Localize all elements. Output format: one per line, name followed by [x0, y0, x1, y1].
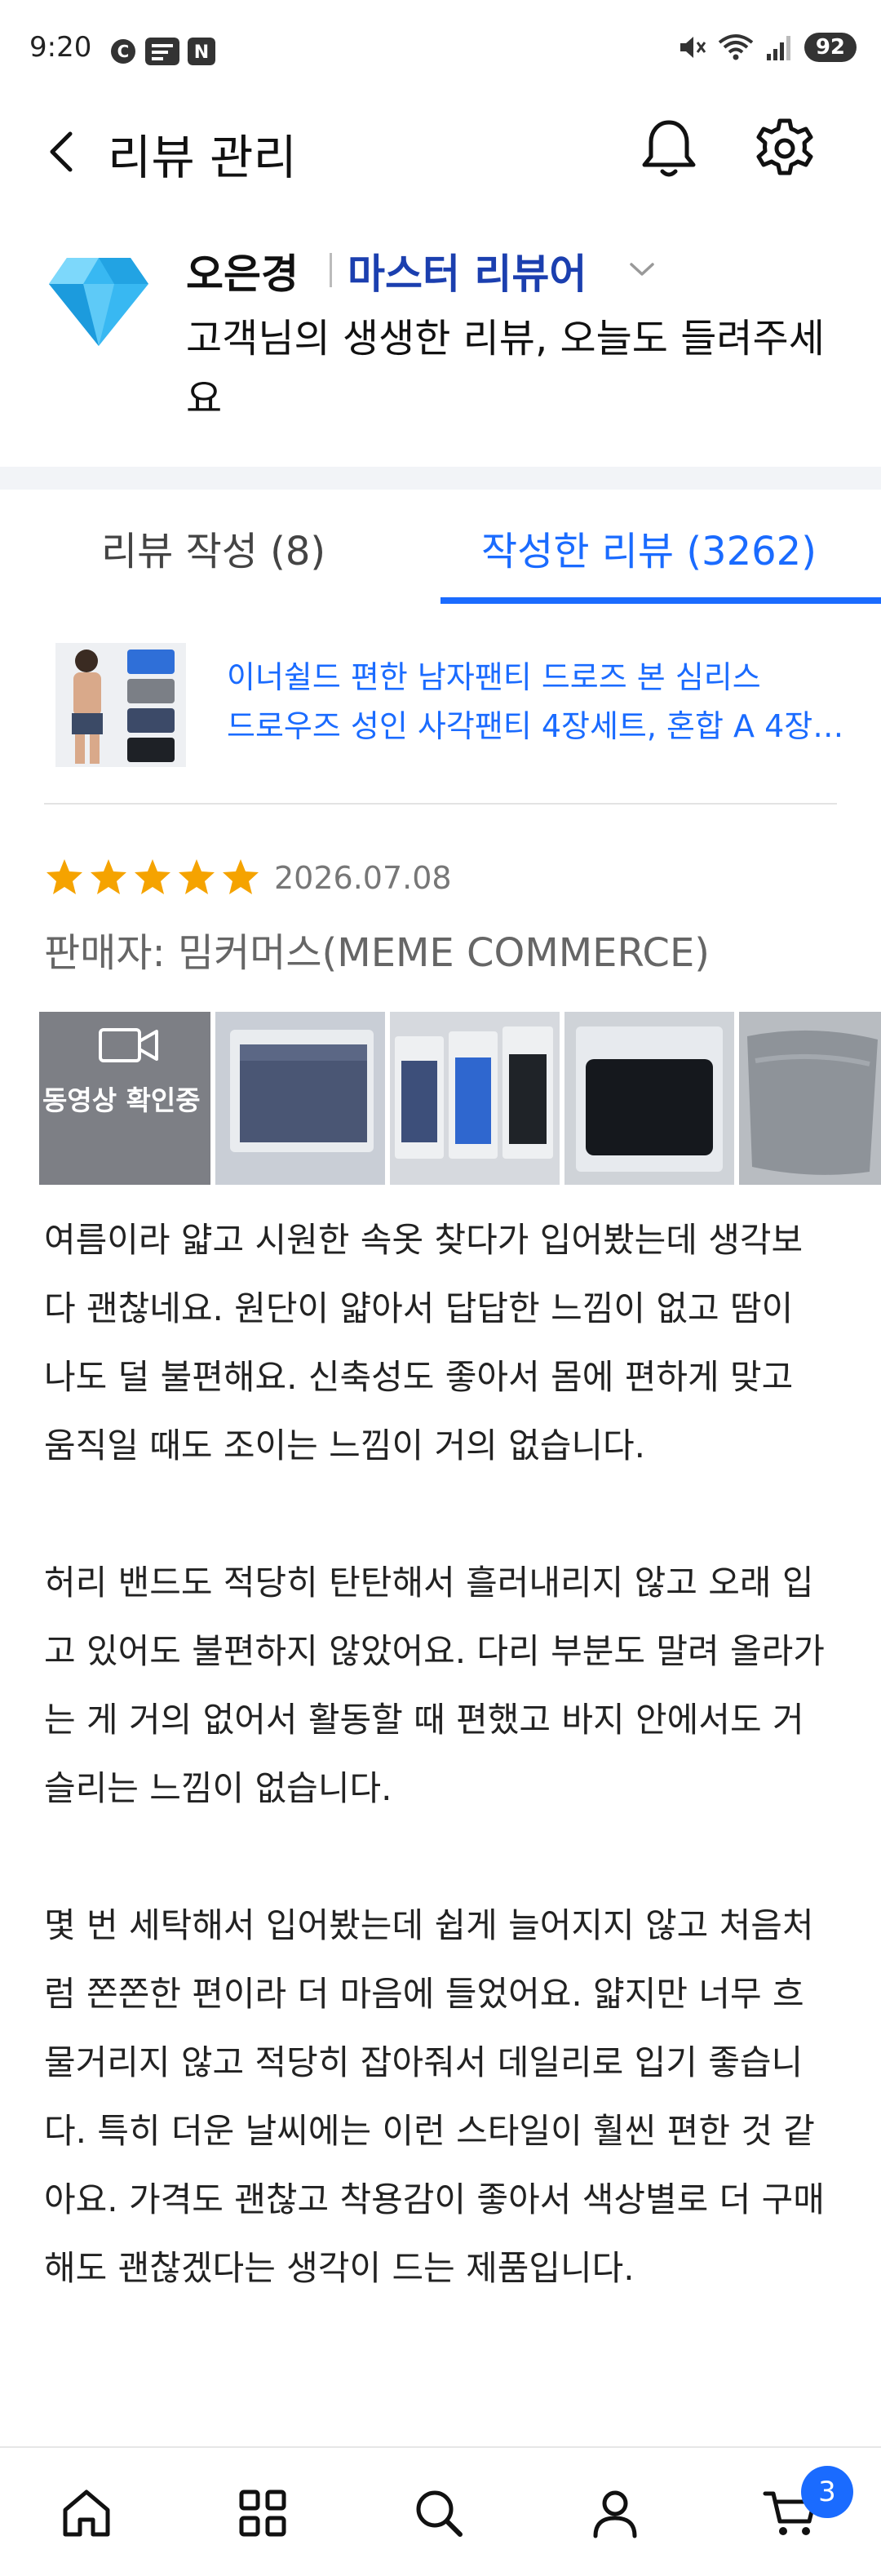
section-divider	[0, 467, 881, 490]
status-bar: 9:20 C N 92	[0, 0, 881, 73]
mute-icon	[680, 37, 706, 58]
review-photo[interactable]	[739, 1012, 881, 1185]
profile-message: 고객님의 생생한 리뷰, 오늘도 들려주세요	[186, 316, 825, 422]
review-paragraph: 몇 번 세탁해서 입어봤는데 쉽게 늘어지지 않고 처음처럼 쫀쫀한 편이라 더…	[44, 1905, 825, 2288]
review-text: 여름이라 얇고 시원한 속옷 찾다가 입어봤는데 생각보다 괜찮네요. 원단이 …	[44, 1206, 827, 2371]
reviewer-profile: 오은경 마스터 리뷰어 고객님의 생생한 리뷰, 오늘도 들려주세요	[0, 237, 881, 457]
my-page-icon[interactable]	[586, 2484, 644, 2543]
gear-icon[interactable]	[752, 116, 817, 181]
review-media-strip: 동영상 확인중	[39, 1012, 881, 1185]
svg-text:N: N	[194, 42, 209, 63]
category-grid-icon[interactable]	[233, 2484, 292, 2543]
app-header: 리뷰 관리	[0, 98, 881, 204]
star-icon	[91, 859, 126, 894]
wifi-icon	[718, 34, 754, 60]
battery-indicator: 92	[804, 33, 857, 62]
app-notification-icon	[145, 38, 179, 65]
product-divider	[44, 803, 837, 805]
product-thumbnail[interactable]	[55, 643, 186, 767]
tab-written-reviews[interactable]: 작성한 리뷰 (3262)	[481, 519, 817, 576]
name-separator	[330, 253, 332, 287]
status-time: 9:20	[29, 31, 92, 64]
review-tabs: 리뷰 작성 (8) 작성한 리뷰 (3262)	[0, 490, 881, 605]
review-paragraph: 허리 밴드도 적당히 탄탄해서 흘러내리지 않고 오래 입고 있어도 불편하지 …	[44, 1563, 825, 1808]
review-photo[interactable]	[390, 1012, 560, 1185]
review-date: 2026.07.08	[274, 860, 452, 896]
tab-write-review[interactable]: 리뷰 작성 (8)	[101, 519, 325, 576]
seller-name: 판매자: 밈커머스(MEME COMMERCE)	[44, 930, 711, 976]
search-icon[interactable]	[410, 2484, 468, 2543]
n-app-icon: N	[188, 38, 215, 65]
reviewer-level[interactable]: 마스터 리뷰어	[348, 242, 587, 300]
svg-text:C: C	[117, 42, 130, 61]
product-title[interactable]: 이너쉴드 편한 남자팬티 드로즈 본 심리스 드로우즈 성인 사각팬티 4장세트…	[227, 653, 847, 751]
star-icon	[46, 859, 82, 894]
signal-icon	[766, 36, 790, 60]
product-row[interactable]: 이너쉴드 편한 남자팬티 드로즈 본 심리스 드로우즈 성인 사각팬티 4장세트…	[44, 636, 843, 775]
star-icon	[179, 859, 215, 894]
product-title-line1: 이너쉴드 편한 남자팬티 드로즈 본 심리스	[227, 659, 761, 695]
star-rating	[44, 857, 261, 898]
reviewer-name: 오은경	[186, 251, 299, 298]
video-tile[interactable]: 동영상 확인중	[39, 1012, 210, 1185]
page-title: 리뷰 관리	[108, 130, 297, 185]
review-photo[interactable]	[564, 1012, 734, 1185]
home-icon[interactable]	[57, 2484, 116, 2543]
c-app-icon: C	[111, 39, 135, 64]
diamond-icon	[49, 258, 148, 346]
star-icon	[223, 859, 259, 894]
back-arrow-icon[interactable]	[39, 127, 88, 176]
review-photo[interactable]	[215, 1012, 385, 1185]
bell-icon[interactable]	[638, 116, 700, 181]
cart-count-badge: 3	[801, 2466, 853, 2518]
bottom-navigation: 3	[0, 2446, 881, 2576]
chevron-down-icon[interactable]	[628, 259, 656, 279]
video-processing-label: 동영상 확인중	[42, 1084, 201, 1116]
product-title-line2: 드로우즈 성인 사각팬티 4장세트, 혼합 A 4장…	[227, 708, 844, 744]
active-tab-indicator	[440, 597, 881, 604]
video-camera-icon	[99, 1028, 158, 1062]
star-icon	[135, 859, 170, 894]
review-paragraph: 여름이라 얇고 시원한 속옷 찾다가 입어봤는데 생각보다 괜찮네요. 원단이 …	[44, 1220, 804, 1465]
